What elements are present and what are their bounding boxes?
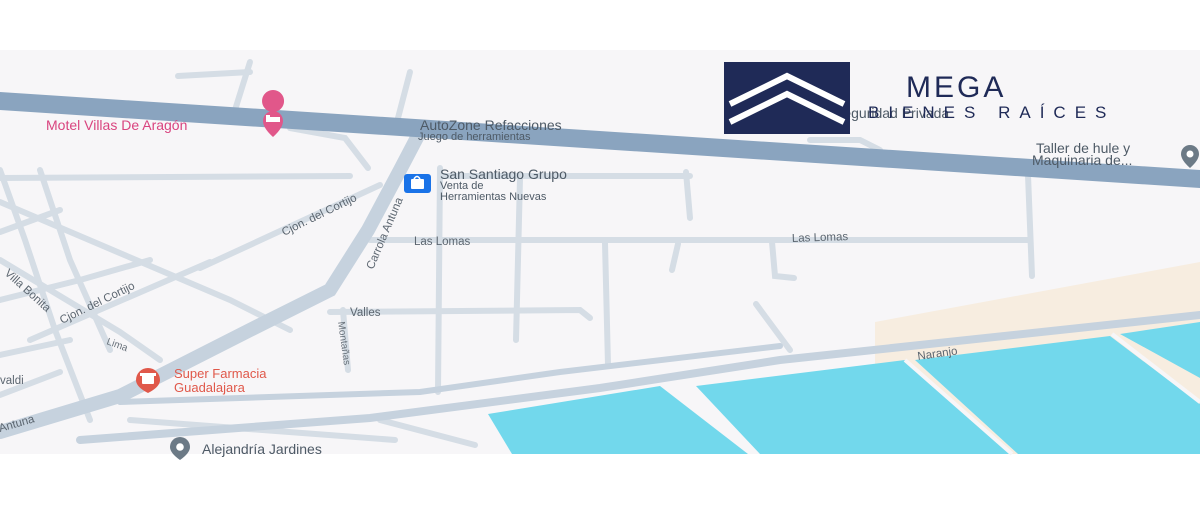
poi-farmacia-label: Guadalajara [174, 380, 246, 395]
road [1025, 172, 1035, 279]
road [0, 173, 353, 181]
shopping-bag-icon[interactable] [404, 174, 431, 193]
street-label: Valles [350, 307, 381, 319]
road [175, 69, 253, 79]
map-canvas[interactable]: Las Lomas Las Lomas Valles Naranjo Carro… [0, 0, 1200, 507]
poi-autozone-sublabel: Juego de herramientas [418, 131, 531, 143]
poi-santiago-sublabel: Herramientas Nuevas [440, 191, 547, 203]
brand-name: MEGA [906, 71, 1006, 104]
poi-motel-label[interactable]: Motel Villas De Aragón [46, 117, 187, 133]
poi-taller-label: Maquinaria de... [1032, 152, 1132, 168]
road [683, 169, 693, 221]
street-label: Las Lomas [414, 236, 471, 248]
poi-farmacia-label[interactable]: Super Farmacia [174, 366, 267, 381]
street-label: Las Lomas [792, 231, 849, 245]
brand-tagline: BIENES RAÍCES [868, 103, 1115, 122]
street-label: valdi [0, 375, 24, 387]
road [602, 240, 611, 368]
poi-alejandria-label[interactable]: Alejandría Jardines [202, 441, 322, 457]
